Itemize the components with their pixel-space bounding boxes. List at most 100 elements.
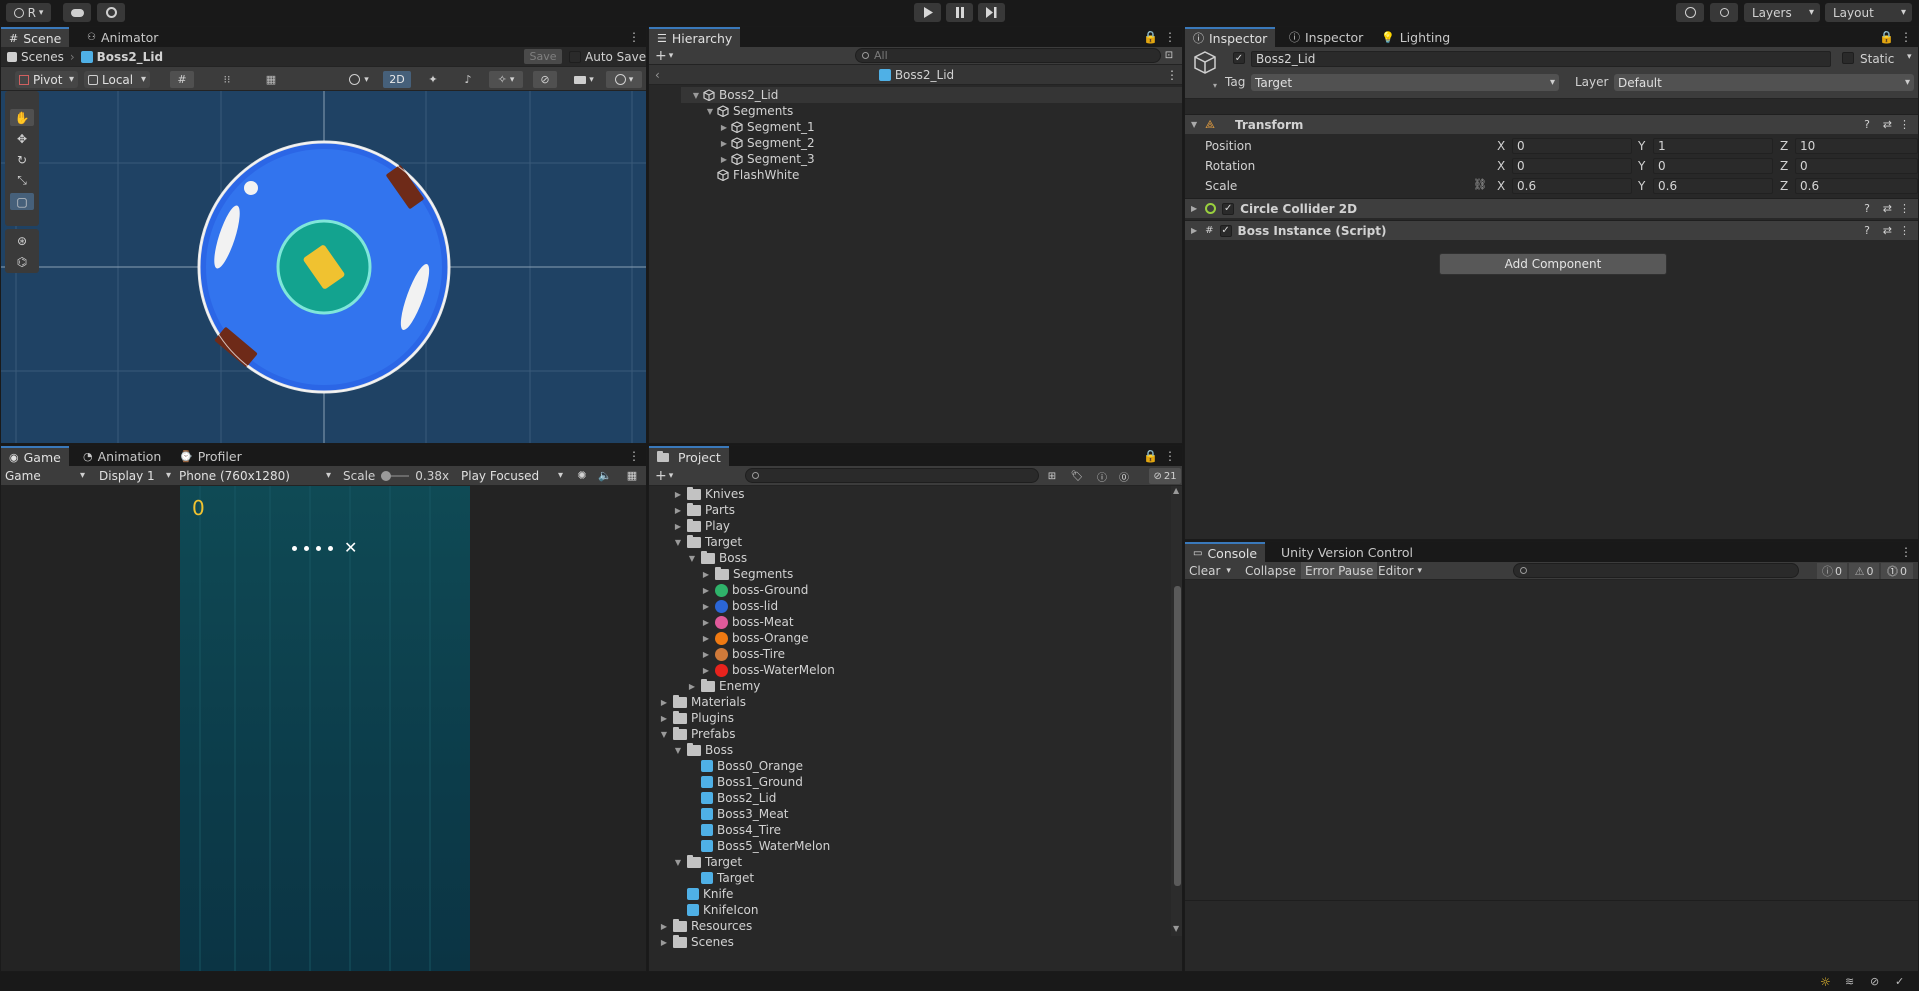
foldout-arrow-icon[interactable]: ▶ [659, 922, 669, 931]
foldout-arrow-icon[interactable]: ▶ [701, 650, 711, 659]
component-menu-icon[interactable]: ⋮ [1899, 224, 1910, 237]
tag-dropdown[interactable]: Target [1251, 74, 1559, 91]
console-menu-icon[interactable]: ⋮ [1900, 545, 1912, 559]
layout-dropdown[interactable]: Layout ▾ [1825, 3, 1912, 22]
position-z-label[interactable]: Z [1780, 139, 1788, 153]
scene-menu-icon[interactable]: ⋮ [628, 30, 640, 44]
display-dropdown[interactable]: Display 1 [95, 467, 175, 484]
foldout-arrow-icon[interactable]: ▼ [705, 107, 715, 116]
scale-tool-button[interactable]: ⤡ [10, 172, 34, 189]
lock-icon[interactable]: 🔒 [1143, 449, 1158, 463]
project-item[interactable]: ▶ boss-WaterMelon [701, 662, 835, 678]
project-item[interactable]: ▶ boss-Orange [701, 630, 809, 646]
project-item[interactable]: ▶ Plugins [659, 710, 734, 726]
hierarchy-item[interactable]: ▼ Boss2_Lid [691, 87, 778, 103]
lock-icon[interactable]: 🔒 [1879, 30, 1894, 44]
debug-mode-icon[interactable]: ⊘ [1870, 975, 1879, 988]
resolution-dropdown[interactable]: Phone (760x1280) [175, 467, 335, 484]
scene-viewport[interactable]: ✋ ✥ ↻ ⤡ ▢ ⊛ ⌬ [1, 91, 646, 443]
scale-z-label[interactable]: Z [1780, 179, 1788, 193]
play-button[interactable] [914, 3, 941, 22]
project-item[interactable]: ▶ boss-Ground [701, 582, 808, 598]
undo-history-button[interactable] [1676, 3, 1704, 22]
foldout-arrow-icon[interactable]: ▶ [719, 155, 729, 164]
console-log-list[interactable] [1185, 580, 1918, 901]
position-x-field[interactable]: 0 [1512, 138, 1632, 154]
project-item[interactable]: ▼ Prefabs [659, 726, 736, 742]
inspector-menu-icon[interactable]: ⋮ [1900, 30, 1912, 44]
project-item[interactable]: ▶ Materials [659, 694, 746, 710]
component-menu-icon[interactable]: ⋮ [1899, 118, 1910, 131]
tab-animator[interactable]: ⚇ Animator [79, 27, 166, 47]
tab-inspector-2[interactable]: ⓘ Inspector [1281, 27, 1371, 47]
hierarchy-item[interactable]: ▶ Segment_3 [719, 151, 815, 167]
foldout-arrow-icon[interactable]: ▶ [719, 139, 729, 148]
tab-scene[interactable]: # Scene [1, 27, 70, 47]
foldout-arrow-icon[interactable]: ▶ [701, 618, 711, 627]
game-view-dropdown[interactable]: Game [1, 467, 89, 484]
custom-tool-button[interactable]: ⌬ [10, 253, 34, 270]
hierarchy-search-input[interactable]: All [855, 48, 1161, 63]
presets-icon[interactable]: ⇄ [1883, 118, 1892, 131]
foldout-arrow-icon[interactable]: ▶ [659, 698, 669, 707]
layer-dropdown[interactable]: Default [1614, 74, 1914, 91]
tab-profiler[interactable]: ⌚ Profiler [171, 446, 250, 466]
transform-header[interactable]: ▼ ⟁ Transform ? ⇄ ⋮ [1185, 114, 1918, 134]
lighting-toggle[interactable]: ✦ [421, 71, 445, 88]
rotation-y-field[interactable]: 0 [1653, 158, 1773, 174]
scale-x-field[interactable]: 0.6 [1512, 178, 1632, 194]
foldout-arrow-icon[interactable]: ▼ [673, 538, 683, 547]
scale-x-label[interactable]: X [1497, 179, 1505, 193]
project-item[interactable]: ▼ Target [673, 534, 742, 550]
static-checkbox[interactable] [1842, 52, 1854, 64]
account-button[interactable]: R ▾ [6, 3, 51, 22]
foldout-arrow-icon[interactable]: ▶ [701, 586, 711, 595]
presets-icon[interactable]: ⇄ [1883, 202, 1892, 215]
transform-tool-button[interactable]: ⊛ [10, 232, 34, 249]
error-pause-button[interactable]: Error Pause [1301, 562, 1378, 579]
pause-button[interactable] [946, 3, 973, 22]
collaborate-icon[interactable]: ✓ [1895, 975, 1904, 988]
add-component-button[interactable]: Add Component [1439, 253, 1667, 275]
constrain-proportions-icon[interactable]: ⛓ [1473, 178, 1487, 191]
project-add-button[interactable]: + ▾ [655, 468, 673, 484]
scale-slider-track[interactable] [381, 471, 410, 481]
position-y-field[interactable]: 1 [1653, 138, 1773, 154]
effects-dropdown[interactable]: ✧ ▾ [489, 71, 523, 88]
project-item[interactable]: ▼ Target [673, 854, 742, 870]
local-dropdown[interactable]: Local [84, 71, 150, 88]
project-item[interactable]: ▶ Parts [673, 502, 735, 518]
breadcrumb-scenes[interactable]: Scenes [21, 50, 64, 64]
foldout-arrow-icon[interactable]: ▶ [701, 602, 711, 611]
save-button[interactable]: Save [524, 49, 562, 64]
project-item[interactable]: ▶ Resources [659, 918, 752, 934]
foldout-arrow-icon[interactable]: ▶ [673, 490, 683, 499]
draw-mode-dropdown[interactable]: ▾ [341, 71, 377, 88]
hierarchy-item[interactable]: ▶ Segment_2 [719, 135, 815, 151]
step-button[interactable] [978, 3, 1005, 22]
prefab-header-menu-icon[interactable]: ⋮ [1166, 68, 1178, 82]
tab-inspector[interactable]: ⓘ Inspector [1185, 27, 1276, 47]
project-item[interactable]: ▶ boss-lid [701, 598, 778, 614]
project-item[interactable]: ▶ Scenes [659, 934, 734, 950]
hierarchy-menu-icon[interactable]: ⋮ [1164, 30, 1176, 44]
search-button[interactable] [1710, 3, 1738, 22]
foldout-arrow-icon[interactable]: ▼ [673, 858, 683, 867]
foldout-arrow-icon[interactable]: ▶ [659, 938, 669, 947]
rotation-x-field[interactable]: 0 [1512, 158, 1632, 174]
foldout-arrow-icon[interactable]: ▶ [719, 123, 729, 132]
error-filter-button[interactable]: ⓵ 0 [1881, 563, 1913, 579]
hidden-packages-button[interactable]: ⓪ [1117, 469, 1131, 484]
editor-dropdown[interactable]: Editor ▾ [1378, 563, 1422, 579]
project-item[interactable]: Boss4_Tire [687, 822, 781, 838]
increment-snapping-button[interactable]: ⁝⁝ [212, 71, 242, 88]
move-tool-button[interactable]: ✥ [10, 130, 34, 147]
clear-button[interactable]: Clear ▾ [1189, 563, 1231, 579]
tab-hierarchy[interactable]: ☰ Hierarchy [649, 27, 741, 47]
collapse-button[interactable]: Collapse [1245, 563, 1296, 579]
tab-project[interactable]: Project [649, 446, 729, 466]
help-icon[interactable]: ? [1864, 118, 1870, 131]
active-checkbox[interactable]: ✓ [1233, 52, 1245, 64]
help-icon[interactable]: ? [1864, 224, 1870, 237]
project-item[interactable]: Boss3_Meat [687, 806, 789, 822]
